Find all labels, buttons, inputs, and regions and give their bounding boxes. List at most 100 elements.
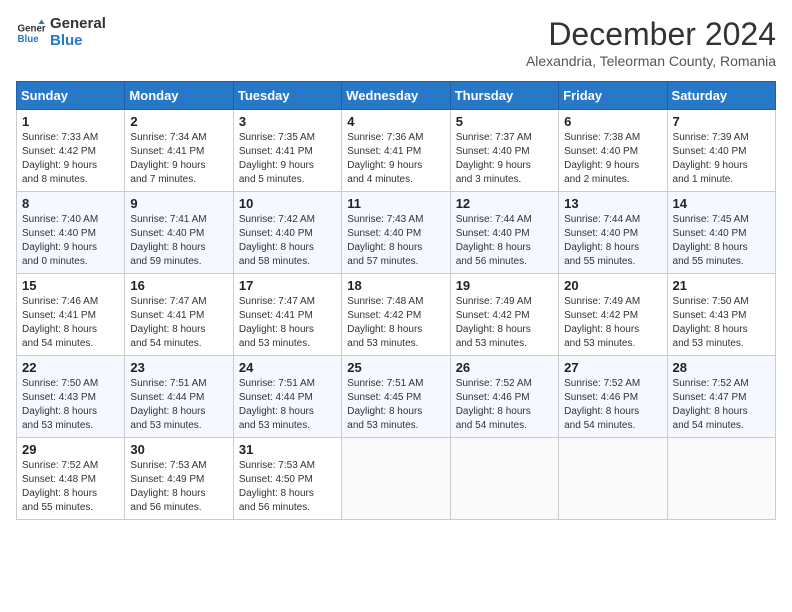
day-info: Sunrise: 7:50 AM Sunset: 4:43 PM Dayligh… <box>22 377 119 433</box>
week-row-3: 15Sunrise: 7:46 AM Sunset: 4:41 PM Dayli… <box>17 274 776 356</box>
calendar-cell: 1 Sunrise: 7:33 AM Sunset: 4:42 PM Daylig… <box>17 110 125 192</box>
day-number: 13 <box>564 196 661 211</box>
month-title: December 2024 <box>526 16 776 53</box>
calendar-cell: 12 Sunrise: 7:44 AM Sunset: 4:40 PM Dayli… <box>450 192 558 274</box>
calendar-cell: 26 Sunrise: 7:52 AM Sunset: 4:46 PM Dayli… <box>450 356 558 438</box>
calendar-cell: 20 Sunrise: 7:49 AM Sunset: 4:42 PM Dayli… <box>559 274 667 356</box>
day-number: 31 <box>239 442 336 457</box>
calendar-cell: 15Sunrise: 7:46 AM Sunset: 4:41 PM Dayli… <box>17 274 125 356</box>
calendar-cell <box>450 438 558 520</box>
svg-text:General: General <box>18 23 47 34</box>
day-number: 26 <box>456 360 553 375</box>
calendar-cell: 31 Sunrise: 7:53 AM Sunset: 4:50 PM Dayli… <box>233 438 341 520</box>
title-section: December 2024 Alexandria, Teleorman Coun… <box>526 16 776 69</box>
day-number: 4 <box>347 114 444 129</box>
day-number: 9 <box>130 196 227 211</box>
day-info: Sunrise: 7:39 AM Sunset: 4:40 PM Dayligh… <box>673 131 770 187</box>
day-info: Sunrise: 7:50 AM Sunset: 4:43 PM Dayligh… <box>673 295 770 351</box>
subtitle: Alexandria, Teleorman County, Romania <box>526 53 776 69</box>
calendar-cell: 14 Sunrise: 7:45 AM Sunset: 4:40 PM Dayli… <box>667 192 775 274</box>
day-number: 20 <box>564 278 661 293</box>
day-number: 1 <box>22 114 119 129</box>
svg-text:Blue: Blue <box>18 34 40 45</box>
day-info: Sunrise: 7:42 AM Sunset: 4:40 PM Dayligh… <box>239 213 336 269</box>
day-number: 30 <box>130 442 227 457</box>
day-number: 8 <box>22 196 119 211</box>
calendar-cell: 25 Sunrise: 7:51 AM Sunset: 4:45 PM Dayli… <box>342 356 450 438</box>
calendar-cell: 27 Sunrise: 7:52 AM Sunset: 4:46 PM Dayli… <box>559 356 667 438</box>
day-info: Sunrise: 7:43 AM Sunset: 4:40 PM Dayligh… <box>347 213 444 269</box>
logo-text: GeneralBlue <box>50 16 106 49</box>
day-number: 24 <box>239 360 336 375</box>
day-info: Sunrise: 7:35 AM Sunset: 4:41 PM Dayligh… <box>239 131 336 187</box>
day-info: Sunrise: 7:47 AM Sunset: 4:41 PM Dayligh… <box>239 295 336 351</box>
day-number: 18 <box>347 278 444 293</box>
day-info: Sunrise: 7:53 AM Sunset: 4:50 PM Dayligh… <box>239 459 336 515</box>
logo-general: General <box>50 16 106 33</box>
calendar-cell: 29 Sunrise: 7:52 AM Sunset: 4:48 PM Dayli… <box>17 438 125 520</box>
calendar-cell: 11Sunrise: 7:43 AM Sunset: 4:40 PM Dayli… <box>342 192 450 274</box>
day-number: 12 <box>456 196 553 211</box>
day-info: Sunrise: 7:52 AM Sunset: 4:46 PM Dayligh… <box>564 377 661 433</box>
calendar-cell: 21 Sunrise: 7:50 AM Sunset: 4:43 PM Dayli… <box>667 274 775 356</box>
calendar-header-row: SundayMondayTuesdayWednesdayThursdayFrid… <box>17 82 776 110</box>
week-row-4: 22 Sunrise: 7:50 AM Sunset: 4:43 PM Dayli… <box>17 356 776 438</box>
calendar-cell: 16Sunrise: 7:47 AM Sunset: 4:41 PM Dayli… <box>125 274 233 356</box>
day-info: Sunrise: 7:49 AM Sunset: 4:42 PM Dayligh… <box>564 295 661 351</box>
day-info: Sunrise: 7:53 AM Sunset: 4:49 PM Dayligh… <box>130 459 227 515</box>
day-info: Sunrise: 7:44 AM Sunset: 4:40 PM Dayligh… <box>456 213 553 269</box>
day-info: Sunrise: 7:33 AM Sunset: 4:42 PM Dayligh… <box>22 131 119 187</box>
day-number: 6 <box>564 114 661 129</box>
day-number: 19 <box>456 278 553 293</box>
day-info: Sunrise: 7:49 AM Sunset: 4:42 PM Dayligh… <box>456 295 553 351</box>
logo-blue: Blue <box>50 33 106 50</box>
day-number: 5 <box>456 114 553 129</box>
header-monday: Monday <box>125 82 233 110</box>
day-number: 21 <box>673 278 770 293</box>
day-info: Sunrise: 7:41 AM Sunset: 4:40 PM Dayligh… <box>130 213 227 269</box>
day-number: 14 <box>673 196 770 211</box>
day-number: 27 <box>564 360 661 375</box>
day-info: Sunrise: 7:52 AM Sunset: 4:47 PM Dayligh… <box>673 377 770 433</box>
calendar-cell: 28 Sunrise: 7:52 AM Sunset: 4:47 PM Dayli… <box>667 356 775 438</box>
header-saturday: Saturday <box>667 82 775 110</box>
calendar-cell: 24 Sunrise: 7:51 AM Sunset: 4:44 PM Dayli… <box>233 356 341 438</box>
calendar-cell: 6 Sunrise: 7:38 AM Sunset: 4:40 PM Daylig… <box>559 110 667 192</box>
calendar-cell: 8Sunrise: 7:40 AM Sunset: 4:40 PM Daylig… <box>17 192 125 274</box>
day-info: Sunrise: 7:44 AM Sunset: 4:40 PM Dayligh… <box>564 213 661 269</box>
day-info: Sunrise: 7:52 AM Sunset: 4:48 PM Dayligh… <box>22 459 119 515</box>
day-info: Sunrise: 7:37 AM Sunset: 4:40 PM Dayligh… <box>456 131 553 187</box>
calendar-cell <box>342 438 450 520</box>
header-sunday: Sunday <box>17 82 125 110</box>
calendar-cell: 3 Sunrise: 7:35 AM Sunset: 4:41 PM Daylig… <box>233 110 341 192</box>
calendar-table: SundayMondayTuesdayWednesdayThursdayFrid… <box>16 81 776 520</box>
day-number: 22 <box>22 360 119 375</box>
day-number: 7 <box>673 114 770 129</box>
day-info: Sunrise: 7:51 AM Sunset: 4:44 PM Dayligh… <box>239 377 336 433</box>
calendar-cell: 13 Sunrise: 7:44 AM Sunset: 4:40 PM Dayli… <box>559 192 667 274</box>
calendar-cell: 22 Sunrise: 7:50 AM Sunset: 4:43 PM Dayli… <box>17 356 125 438</box>
week-row-2: 8Sunrise: 7:40 AM Sunset: 4:40 PM Daylig… <box>17 192 776 274</box>
day-number: 29 <box>22 442 119 457</box>
calendar-cell: 18Sunrise: 7:48 AM Sunset: 4:42 PM Dayli… <box>342 274 450 356</box>
header: General Blue GeneralBlue December 2024 A… <box>16 16 776 69</box>
calendar-cell: 17Sunrise: 7:47 AM Sunset: 4:41 PM Dayli… <box>233 274 341 356</box>
day-info: Sunrise: 7:51 AM Sunset: 4:44 PM Dayligh… <box>130 377 227 433</box>
day-info: Sunrise: 7:45 AM Sunset: 4:40 PM Dayligh… <box>673 213 770 269</box>
header-friday: Friday <box>559 82 667 110</box>
day-number: 10 <box>239 196 336 211</box>
day-number: 3 <box>239 114 336 129</box>
calendar-cell: 19 Sunrise: 7:49 AM Sunset: 4:42 PM Dayli… <box>450 274 558 356</box>
logo: General Blue GeneralBlue <box>16 16 106 49</box>
day-number: 15 <box>22 278 119 293</box>
header-tuesday: Tuesday <box>233 82 341 110</box>
day-info: Sunrise: 7:52 AM Sunset: 4:46 PM Dayligh… <box>456 377 553 433</box>
day-number: 28 <box>673 360 770 375</box>
day-info: Sunrise: 7:47 AM Sunset: 4:41 PM Dayligh… <box>130 295 227 351</box>
calendar-cell <box>559 438 667 520</box>
day-number: 25 <box>347 360 444 375</box>
day-info: Sunrise: 7:34 AM Sunset: 4:41 PM Dayligh… <box>130 131 227 187</box>
day-info: Sunrise: 7:51 AM Sunset: 4:45 PM Dayligh… <box>347 377 444 433</box>
day-info: Sunrise: 7:36 AM Sunset: 4:41 PM Dayligh… <box>347 131 444 187</box>
day-info: Sunrise: 7:38 AM Sunset: 4:40 PM Dayligh… <box>564 131 661 187</box>
